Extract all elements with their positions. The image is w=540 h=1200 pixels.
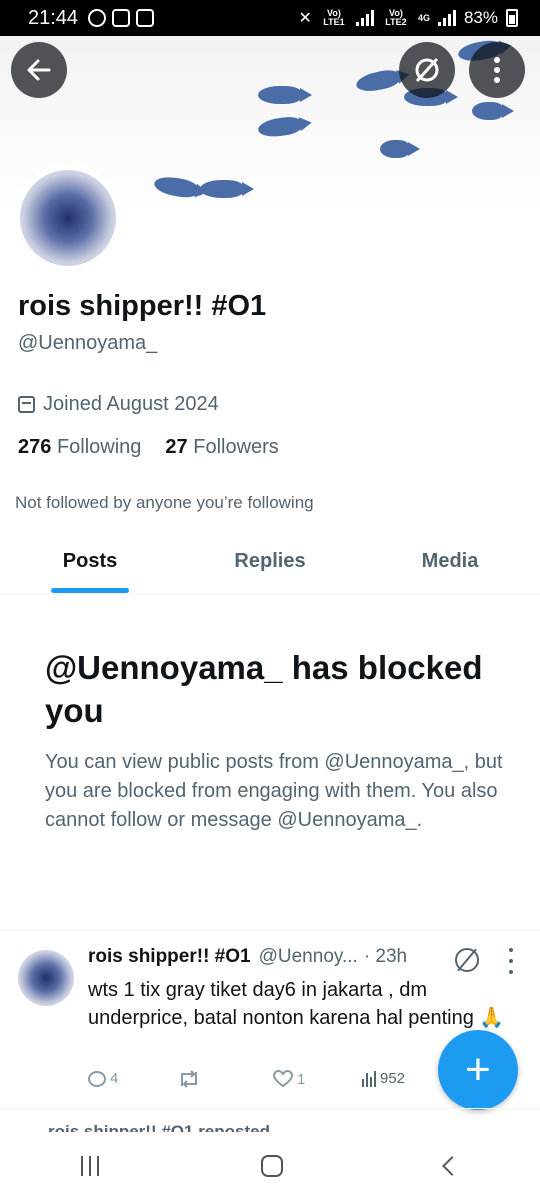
heart-icon (273, 1070, 293, 1088)
profile-tabs: Posts Replies Media (0, 530, 540, 594)
fish-image (256, 115, 304, 139)
fish-image (200, 180, 254, 198)
blocked-title: @Uennoyama_ has blocked you (45, 649, 483, 729)
profile-avatar-frame[interactable] (14, 164, 122, 272)
blocked-body: You can view public posts from @Uennoyam… (45, 751, 503, 831)
calendar-icon (18, 396, 35, 413)
post-avatar[interactable] (18, 950, 74, 1006)
signal-2-icon (437, 10, 456, 26)
post-actions: 4 1 952 (88, 1070, 428, 1096)
repost-button[interactable] (178, 1070, 200, 1088)
follow-stats: 276 Following 27 Followers (18, 436, 279, 459)
gallery-icon (136, 9, 155, 27)
battery-icon (506, 9, 518, 27)
fish-image (152, 174, 200, 200)
grok-icon (415, 57, 439, 83)
post-author-name[interactable]: rois shipper!! #O1 (88, 946, 251, 968)
sim1-label: Vo) LTE1 (323, 8, 345, 27)
divider (0, 1108, 540, 1109)
status-notification-icons (88, 9, 155, 27)
system-navigation-bar (0, 1132, 540, 1200)
status-right: ✕ Vo) LTE1 Vo) LTE2 4G 83% (299, 8, 518, 28)
tab-posts[interactable]: Posts (0, 530, 180, 593)
recent-apps-button[interactable] (81, 1156, 99, 1176)
profile-handle: @Uennoyama_ (18, 332, 158, 354)
post-author-handle: @Uennoy... (258, 946, 358, 967)
compose-post-button[interactable]: + (438, 1030, 518, 1110)
tab-label: Posts (62, 550, 118, 572)
grok-button[interactable] (399, 42, 455, 98)
followers-link[interactable]: 27 Followers (165, 436, 278, 459)
back-button[interactable] (11, 42, 67, 98)
plus-icon: + (465, 1045, 491, 1094)
arrow-left-icon (27, 59, 51, 81)
repost-icon (181, 1070, 197, 1088)
status-left: 21:44 (28, 6, 155, 30)
following-link[interactable]: 276 Following (18, 436, 141, 459)
status-bar: 21:44 ✕ Vo) LTE1 Vo) LTE2 4G 83% (0, 0, 540, 36)
joined-date: Joined August 2024 (18, 393, 219, 416)
network-4g-label: 4G (417, 12, 430, 23)
grok-icon[interactable] (455, 948, 479, 972)
post-more-icon[interactable] (505, 948, 517, 974)
tab-label: Media (421, 550, 479, 572)
reply-count: 4 (110, 1070, 119, 1087)
like-button[interactable]: 1 (273, 1070, 305, 1088)
more-options-button[interactable] (469, 42, 525, 98)
post-text: wts 1 tix gray tiket day6 in jakarta , d… (88, 979, 505, 1029)
sim2-label: Vo) LTE2 (385, 8, 407, 27)
following-count: 276 (18, 436, 52, 458)
fish-image (258, 86, 312, 104)
post-time[interactable]: · 23h (364, 946, 407, 968)
following-label: Following (56, 436, 142, 458)
tab-label: Replies (234, 550, 306, 572)
dnd-icon (88, 9, 107, 27)
fish-image (472, 102, 514, 120)
back-nav-button[interactable] (442, 1156, 462, 1176)
joined-text: Joined August 2024 (43, 393, 219, 415)
followers-label: Followers (193, 436, 279, 458)
followers-count: 27 (165, 436, 188, 458)
signal-1-icon (355, 10, 374, 26)
view-count: 952 (380, 1070, 406, 1087)
divider (0, 929, 540, 930)
home-button[interactable] (261, 1155, 283, 1177)
views-icon (362, 1070, 376, 1087)
like-count: 1 (297, 1070, 306, 1088)
reply-button[interactable]: 4 (88, 1070, 118, 1087)
views-button[interactable]: 952 (362, 1070, 405, 1087)
reply-icon (88, 1070, 106, 1087)
instagram-icon (112, 9, 131, 27)
more-vertical-icon (494, 57, 500, 83)
profile-name: rois shipper!! #O1 (18, 290, 267, 322)
mute-icon: ✕ (298, 10, 312, 27)
tab-replies[interactable]: Replies (180, 530, 360, 593)
tab-media[interactable]: Media (360, 530, 540, 593)
not-followed-notice: Not followed by anyone you’re following (15, 493, 314, 512)
fish-image (354, 67, 402, 95)
avatar (20, 170, 116, 266)
status-time: 21:44 (28, 6, 79, 29)
battery-percent: 83% (463, 8, 498, 27)
fish-image (380, 140, 420, 158)
